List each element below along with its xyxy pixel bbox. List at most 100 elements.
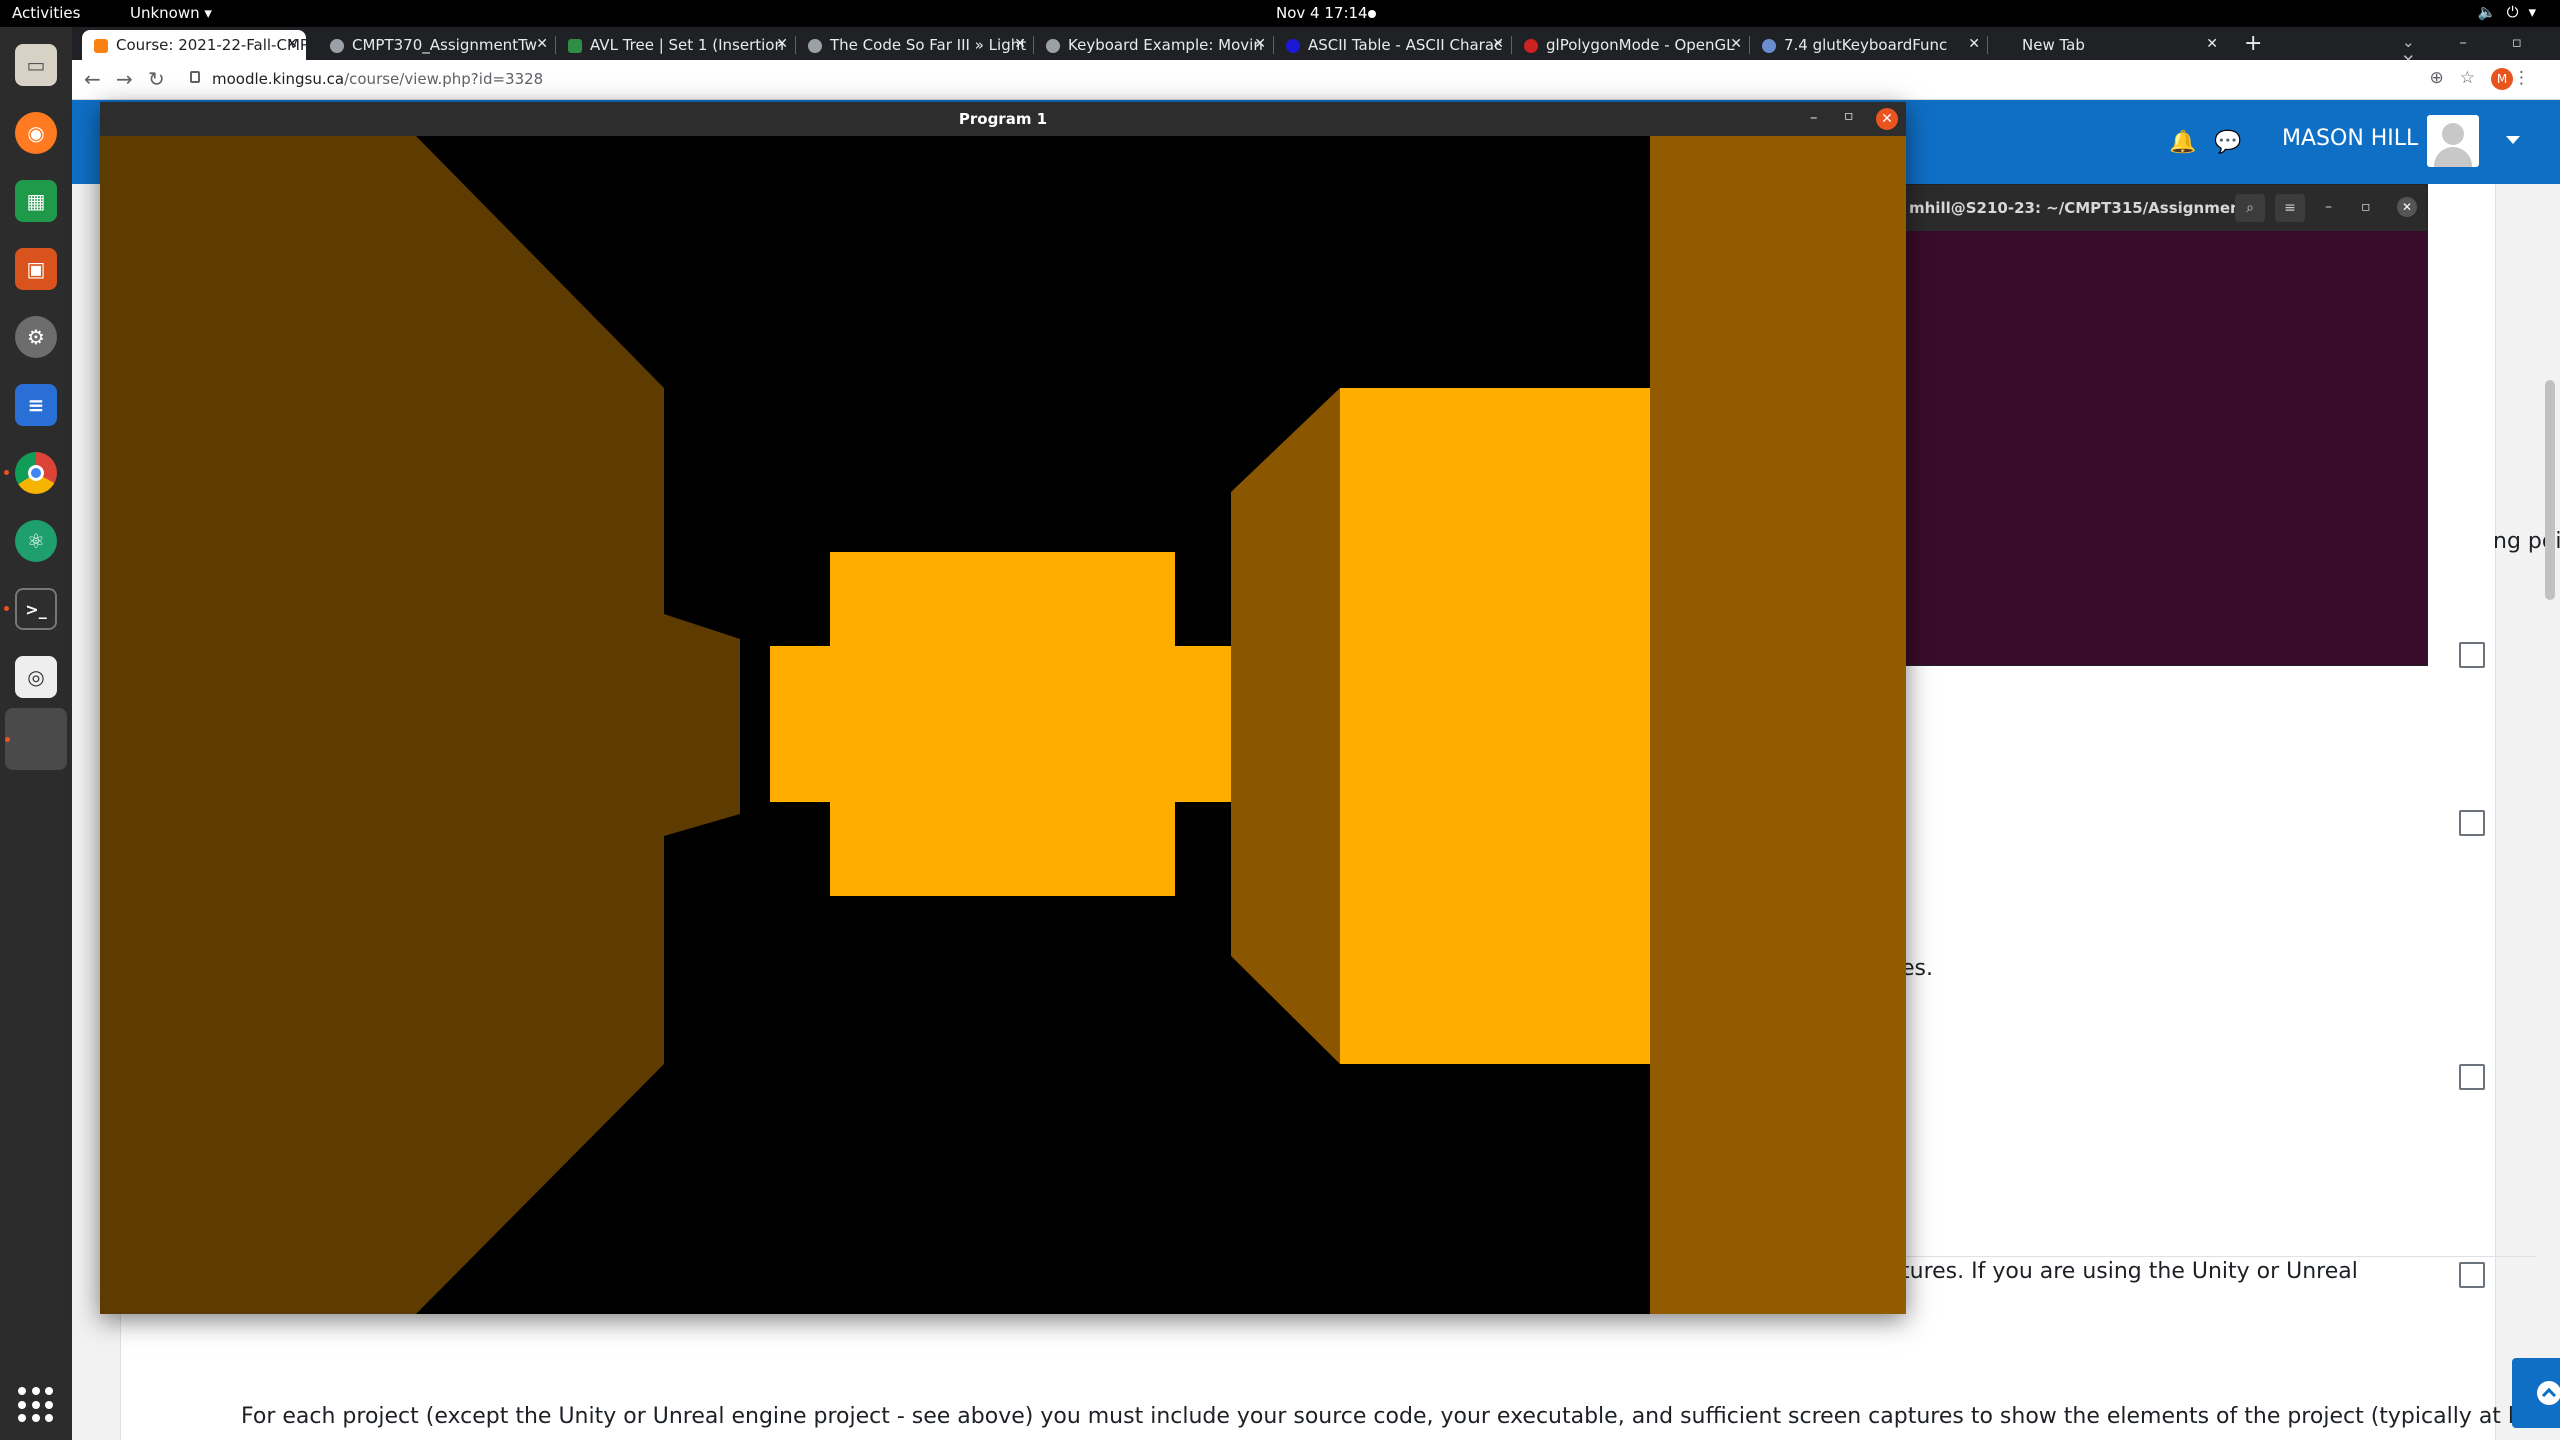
dock-terminal[interactable]: >_ <box>4 583 62 635</box>
hamburger-menu-icon[interactable]: ≡ <box>2275 194 2305 222</box>
volume-icon: 🔈 <box>2477 3 2507 21</box>
course-text-fragment: tures. If you are using the Unity or Unr… <box>1901 1259 2358 1284</box>
spreadsheet-icon: ▦ <box>15 180 57 222</box>
opengl-canvas[interactable] <box>100 136 1906 1314</box>
tab-code-so-far[interactable]: The Code So Far III » Light ✕ <box>796 30 1034 60</box>
lock-icon <box>190 71 200 83</box>
terminal-titlebar[interactable]: mhill@S210-23: ~/CMPT315/Assignment2 ⌕ ≡… <box>1867 185 2427 231</box>
opengl-favicon-icon <box>1524 39 1538 53</box>
tab-label: 7.4 glutKeyboardFunc <box>1784 36 1948 54</box>
app-menu-label: Unknown <box>130 4 200 22</box>
close-tab-icon[interactable]: ✕ <box>2206 36 2218 52</box>
dock-files[interactable]: ▭ <box>10 39 62 91</box>
profile-avatar[interactable]: M <box>2491 68 2513 90</box>
tab-label: New Tab <box>2022 36 2085 54</box>
files-icon: ▭ <box>15 44 57 86</box>
close-tab-icon[interactable]: ✕ <box>286 36 298 52</box>
bookmark-star-icon[interactable]: ☆ <box>2460 68 2491 88</box>
tab-new-tab[interactable]: New Tab ✕ <box>1988 30 2226 60</box>
show-applications-icon[interactable] <box>18 1387 54 1423</box>
user-menu-caret-icon[interactable] <box>2506 136 2520 144</box>
right-wall <box>1650 136 1906 1314</box>
back-arrow-icon[interactable]: ← <box>84 67 101 91</box>
arrow-up-icon <box>2537 1381 2560 1405</box>
clock[interactable]: Nov 4 17:14 <box>1276 4 1368 22</box>
program-title: Program 1 <box>958 110 1048 128</box>
close-icon[interactable]: ✕ <box>1876 108 1898 130</box>
close-tab-icon[interactable]: ✕ <box>1730 36 1742 52</box>
firefox-icon: ◉ <box>15 112 57 154</box>
close-tab-icon[interactable]: ✕ <box>536 36 548 52</box>
tab-label: Keyboard Example: Movin <box>1068 36 1263 54</box>
atom-icon: ⚛ <box>15 520 57 562</box>
chrome-icon <box>15 452 57 494</box>
browser-tab-strip: Course: 2021-22-Fall-CMPT ✕ CMPT370_Assig… <box>72 27 2560 69</box>
dock-program-1[interactable] <box>5 708 67 770</box>
completion-checkbox[interactable] <box>2459 642 2485 668</box>
reader-icon: ◎ <box>15 656 57 698</box>
tab-cmpt370[interactable]: CMPT370_AssignmentTw ✕ <box>318 30 556 60</box>
close-tab-icon[interactable]: ✕ <box>1968 36 1980 52</box>
dock-settings[interactable]: ⚙ <box>10 311 62 363</box>
tab-label: AVL Tree | Set 1 (Insertion <box>590 36 784 54</box>
close-tab-icon[interactable]: ✕ <box>776 36 788 52</box>
minimize-icon[interactable]: – <box>1810 108 1818 126</box>
system-top-bar: Activities Unknown ▾ Nov 4 17:14 🔈⏻▾ <box>0 0 2560 27</box>
tab-glutkeyboardfunc[interactable]: 7.4 glutKeyboardFunc ✕ <box>1750 30 1988 60</box>
dock-impress[interactable]: ▣ <box>10 243 62 295</box>
page-scrollbar[interactable] <box>2545 380 2555 600</box>
tab-keyboard-example[interactable]: Keyboard Example: Movin ✕ <box>1034 30 1274 60</box>
terminal-window[interactable]: mhill@S210-23: ~/CMPT315/Assignment2 ⌕ ≡… <box>1866 184 2428 666</box>
program-titlebar[interactable]: Program 1 – ▫ ✕ <box>100 102 1906 136</box>
dock-atom[interactable]: ⚛ <box>10 515 62 567</box>
url-host: moodle.kingsu.ca <box>212 70 345 88</box>
tab-avl-tree[interactable]: AVL Tree | Set 1 (Insertion ✕ <box>556 30 796 60</box>
back-to-top-button[interactable] <box>2512 1358 2560 1428</box>
zoom-icon[interactable]: ⊕ <box>2430 68 2460 88</box>
tab-ascii-table[interactable]: ASCII Table - ASCII Charac ✕ <box>1274 30 1512 60</box>
completion-checkbox[interactable] <box>2459 1262 2485 1288</box>
new-tab-plus-icon[interactable]: + <box>2244 31 2262 56</box>
tab-label: glPolygonMode - OpenGL <box>1546 36 1735 54</box>
dock-firefox[interactable]: ◉ <box>10 107 62 159</box>
running-indicator <box>5 737 10 742</box>
completion-checkbox[interactable] <box>2459 810 2485 836</box>
browser-menu-icon[interactable]: ⋮ <box>2513 68 2546 88</box>
forward-arrow-icon[interactable]: → <box>116 67 133 91</box>
dock-chrome[interactable] <box>4 447 62 499</box>
document-icon: ≡ <box>15 384 57 426</box>
search-icon[interactable]: ⌕ <box>2235 194 2265 222</box>
maximize-icon[interactable]: ▫ <box>2361 199 2371 215</box>
notifications-bell-icon[interactable]: 🔔 <box>2169 130 2196 155</box>
address-bar[interactable]: moodle.kingsu.ca/course/view.php?id=3328 <box>212 70 543 88</box>
tab-label: CMPT370_AssignmentTw <box>352 36 538 54</box>
course-text-fragment: For each project (except the Unity or Un… <box>241 1404 2560 1429</box>
system-tray[interactable]: 🔈⏻▾ <box>2478 3 2546 21</box>
dock-writer[interactable]: ≡ <box>10 379 62 431</box>
activities-button[interactable]: Activities <box>12 4 80 22</box>
close-icon[interactable]: ✕ <box>2397 197 2417 217</box>
maximize-icon[interactable]: ▫ <box>1844 108 1854 124</box>
tab-course[interactable]: Course: 2021-22-Fall-CMPT ✕ <box>82 30 306 60</box>
close-tab-icon[interactable]: ✕ <box>1254 36 1266 52</box>
messages-chat-icon[interactable]: 💬 <box>2214 130 2241 155</box>
close-tab-icon[interactable]: ✕ <box>1492 36 1504 52</box>
presentation-icon: ▣ <box>15 248 57 290</box>
gear-icon: ⚙ <box>15 316 57 358</box>
user-name[interactable]: MASON HILL <box>2282 126 2418 151</box>
avatar[interactable] <box>2427 115 2479 167</box>
tab-glpolygonmode[interactable]: glPolygonMode - OpenGL ✕ <box>1512 30 1750 60</box>
right-bevel <box>1231 388 1340 1064</box>
minimize-icon[interactable]: – <box>2325 199 2332 215</box>
close-tab-icon[interactable]: ✕ <box>1014 36 1026 52</box>
dock: ▭ ◉ ▦ ▣ ⚙ ≡ ⚛ >_ ◎ <box>0 27 72 1440</box>
moodle-favicon-icon <box>94 39 108 53</box>
tab-label: The Code So Far III » Light <box>830 36 1027 54</box>
ascii-favicon-icon <box>1286 39 1300 53</box>
program-window[interactable]: Program 1 – ▫ ✕ <box>100 102 1906 1314</box>
dock-calc[interactable]: ▦ <box>10 175 62 227</box>
app-menu[interactable]: Unknown ▾ <box>130 4 212 22</box>
completion-checkbox[interactable] <box>2459 1064 2485 1090</box>
reload-icon[interactable]: ↻ <box>148 67 165 91</box>
dock-reader[interactable]: ◎ <box>10 651 62 703</box>
